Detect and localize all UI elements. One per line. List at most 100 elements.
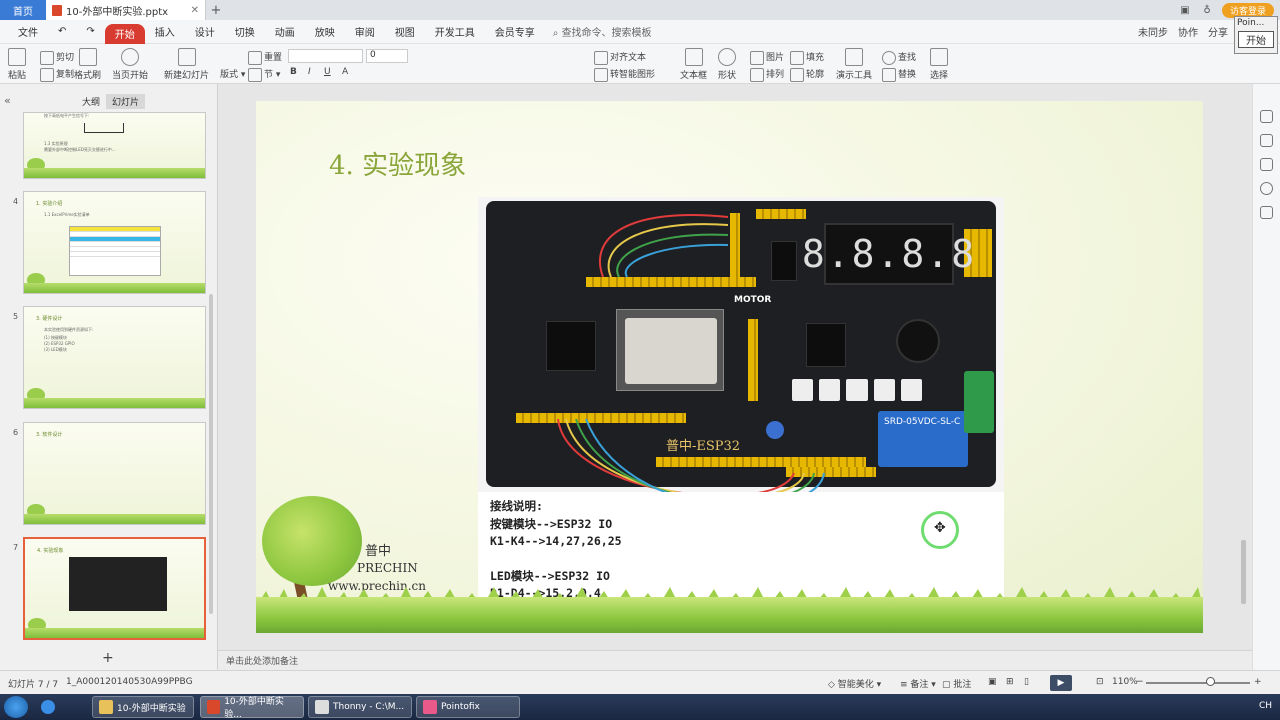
paste-button[interactable]: 粘贴 (8, 48, 26, 81)
font-size-select[interactable]: 0 (366, 49, 408, 63)
menu-insert[interactable]: 插入 (145, 20, 185, 44)
smart-beautify-button[interactable]: ◇ 智能美化 ▾ (828, 677, 881, 690)
reading-view-icon[interactable]: ▯ (1024, 677, 1029, 687)
collapse-pane-icon[interactable]: « (4, 94, 11, 107)
slide-thumbnail-6[interactable]: 3. 软件设计 (23, 422, 206, 525)
menu-transition[interactable]: 切换 (225, 20, 265, 44)
replace-button[interactable]: 替换 (882, 67, 916, 82)
notes-toggle-button[interactable]: ≡ 备注 ▾ (900, 677, 936, 690)
outline-button[interactable]: 轮廓 (790, 67, 824, 82)
layout-icon[interactable]: ▣ (1178, 5, 1192, 16)
zoom-slider[interactable] (1146, 682, 1250, 684)
sync-status[interactable]: 未同步 (1138, 24, 1168, 39)
fill-button[interactable]: 填充 (790, 50, 824, 65)
bold-button[interactable]: B (290, 67, 297, 77)
normal-view-icon[interactable]: ▣ (988, 677, 997, 687)
canvas-scrollbar-thumb[interactable] (1241, 540, 1246, 604)
new-slide-button[interactable]: 新建幻灯片 (164, 48, 209, 81)
arrange-button[interactable]: 排列 (750, 67, 784, 82)
add-slide-button[interactable]: + (102, 650, 114, 666)
collaborate-button[interactable]: 协作 (1178, 24, 1198, 39)
slideshow-tools-button[interactable]: 演示工具 (836, 48, 872, 81)
zoom-out-icon[interactable]: − (1136, 677, 1144, 687)
font-family-select[interactable] (288, 49, 363, 63)
select-button[interactable]: 选择 (930, 48, 948, 81)
slide-thumbnail-4[interactable]: 1. 实验介绍 1.1 ExcelPrime实验清单 (23, 191, 206, 294)
notes-placeholder[interactable]: 单击此处添加备注 (226, 654, 298, 667)
section-button[interactable]: 节 ▾ (248, 67, 280, 82)
notes-bar[interactable]: 单击此处添加备注 (218, 650, 1252, 670)
underline-button[interactable]: U (324, 67, 331, 77)
sorter-view-icon[interactable]: ⊞ (1006, 677, 1014, 687)
zoom-level[interactable]: 110% (1112, 677, 1138, 687)
tab-outline[interactable]: 大纲 (76, 94, 106, 109)
document-tab[interactable]: 10-外部中断实验.pptx ✕ (46, 0, 206, 20)
tab-slides[interactable]: 幻灯片 (106, 94, 146, 109)
menu-view[interactable]: 视图 (385, 20, 425, 44)
board-photo[interactable]: 8.8.8.8 SRD-05VDC-SL-C 普中-ESP32 MOTOR (478, 197, 1004, 508)
zoom-slider-knob[interactable] (1206, 677, 1215, 686)
current-slide[interactable]: 4. 实验现象 8.8.8.8 SRD-05VDC-SL-C 普中-ESP32 … (256, 101, 1203, 633)
taskbar-thonny[interactable]: Thonny - C:\M... (308, 696, 412, 718)
taskbar-wps[interactable]: 10-外部中断实验... (200, 696, 304, 720)
slide-thumbnail-5[interactable]: 3. 硬件设计 本实验使用到硬件资源如下: (1) 按键模块 (2) ESP32… (23, 306, 206, 409)
cut-button[interactable]: 剪切 (40, 50, 74, 65)
backup-icon[interactable] (1260, 206, 1273, 219)
command-search[interactable]: ⌕ 查找命令、搜索模板 (545, 24, 660, 39)
skin-icon[interactable]: ♁ (1200, 5, 1214, 16)
animation-icon[interactable] (1260, 134, 1273, 147)
textbox-button[interactable]: 文本框 (680, 48, 707, 81)
transition-icon[interactable] (1260, 158, 1273, 171)
title-bar: 首页 10-外部中断实验.pptx ✕ + ▣ ♁ 访客登录 (0, 0, 1280, 20)
menu-member[interactable]: 会员专享 (485, 20, 545, 44)
smart-graphic-label: 转智能图形 (610, 70, 656, 80)
slide-title[interactable]: 4. 实验现象 (329, 145, 466, 182)
taskbar-folder[interactable]: 10-外部中断实验 (92, 696, 194, 718)
start-button[interactable] (4, 696, 28, 718)
menu-animation[interactable]: 动画 (265, 20, 305, 44)
format-painter-button[interactable]: 格式刷 (74, 48, 101, 81)
slide-counter: 幻灯片 7 / 7 (8, 680, 59, 690)
smart-graphic-button[interactable]: 转智能图形 (594, 67, 655, 82)
redo-icon[interactable]: ↷ (76, 20, 104, 44)
brand-name-en: PRECHIN (357, 561, 418, 575)
slideshow-play-button[interactable]: ▶ (1050, 675, 1072, 691)
properties-icon[interactable] (1260, 110, 1273, 123)
pointofix-start-button[interactable]: 开始 (1238, 31, 1274, 48)
reset-button[interactable]: 重置 (248, 50, 282, 65)
browser-taskbar-icon[interactable] (36, 696, 60, 718)
thumbnail-scrollbar[interactable] (209, 294, 213, 614)
menu-home[interactable]: 开始 (104, 23, 145, 44)
taskbar-pointofix[interactable]: Pointofix (416, 696, 520, 718)
copy-button[interactable]: 复制 (40, 67, 74, 82)
canvas-scrollbar[interactable] (1238, 92, 1248, 632)
zoom-in-icon[interactable]: + (1254, 677, 1262, 687)
picture-button[interactable]: 图片 (750, 50, 784, 65)
layout-button[interactable]: 版式 ▾ (220, 67, 245, 80)
menu-slideshow[interactable]: 放映 (305, 20, 345, 44)
menu-design[interactable]: 设计 (185, 20, 225, 44)
home-tab[interactable]: 首页 (0, 0, 46, 20)
align-text-button[interactable]: 对齐文本 (594, 50, 646, 65)
menu-file[interactable]: 文件 (8, 20, 48, 44)
from-current-button[interactable]: 当页开始 (112, 48, 148, 81)
menu-developer[interactable]: 开发工具 (425, 20, 485, 44)
brand-name-cn: 普中 (365, 544, 392, 559)
slide-thumbnail-7[interactable]: 4. 实验现象 (23, 537, 206, 640)
shape-button[interactable]: 形状 (718, 48, 736, 81)
comments-toggle-button[interactable]: ▢ 批注 (942, 677, 971, 690)
close-tab-icon[interactable]: ✕ (191, 5, 199, 16)
undo-icon[interactable]: ↶ (48, 20, 76, 44)
find-button[interactable]: 查找 (882, 50, 916, 65)
menu-review[interactable]: 审阅 (345, 20, 385, 44)
font-color-button[interactable]: A (342, 67, 348, 77)
help-icon[interactable] (1260, 182, 1273, 195)
document-tab-label: 10-外部中断实验.pptx (66, 6, 169, 18)
system-tray-language[interactable]: CH (1259, 701, 1272, 711)
italic-button[interactable]: I (308, 67, 311, 77)
thumb-grass (24, 168, 205, 178)
new-tab-button[interactable]: + (206, 3, 226, 18)
share-button[interactable]: 分享 (1208, 24, 1228, 39)
slide-thumbnail-3[interactable]: 按下高低电平产生信号下: 1.3 实验原理 需要外部中断控制LED亮灭交替进行中… (23, 112, 206, 179)
fit-window-icon[interactable]: ⊡ (1096, 677, 1104, 687)
